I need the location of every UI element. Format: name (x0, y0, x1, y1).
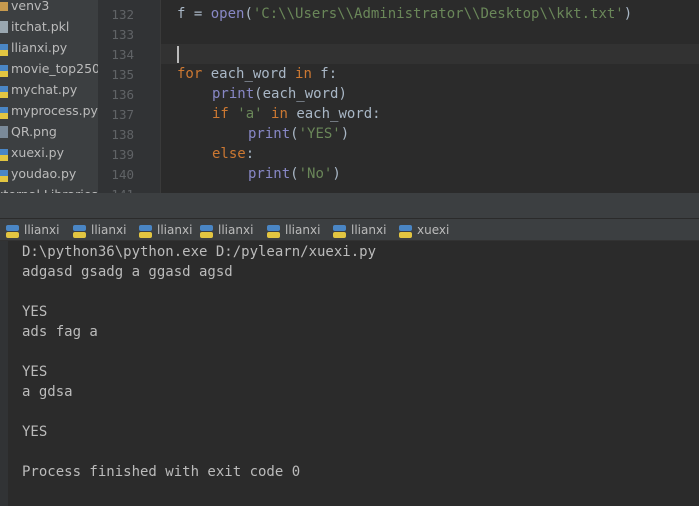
python-file-icon (0, 105, 8, 119)
tab-run-llianxi[interactable]: llianxi (67, 219, 133, 241)
run-tabs-bar: llianxi llianxi llianxi llianxi llianxi … (0, 218, 699, 241)
code-line-138: print('YES') (248, 126, 350, 142)
console-line: a gdsa (22, 384, 73, 400)
python-file-icon (0, 147, 8, 161)
console-line: YES (22, 424, 48, 440)
python-run-icon (333, 223, 346, 238)
project-tree: venv3 itchat.pkl llianxi.py movie_top250… (0, 0, 98, 205)
console-line: D:\python36\python.exe D:/pylearn/xuexi.… (22, 244, 377, 260)
python-run-icon (139, 223, 152, 238)
console-line: ads fag a (22, 324, 98, 340)
tab-run-llianxi[interactable]: llianxi (261, 219, 327, 241)
line-number: 132 (111, 7, 134, 22)
code-line-136: print(each_word) (212, 86, 347, 102)
console-line: YES (22, 304, 48, 320)
console-line: Process finished with exit code 0 (22, 464, 301, 480)
console-line: YES (22, 364, 48, 380)
tab-run-llianxi[interactable]: llianxi (327, 219, 393, 241)
line-number-gutter: 132 133 134 135 136 137 138 139 140 141 (98, 0, 172, 202)
image-file-icon (0, 126, 8, 138)
code-line-140: print('No') (248, 166, 341, 182)
line-number: 140 (111, 167, 134, 182)
console-line: adgasd gsadg a ggasd agsd (22, 264, 233, 280)
panel-splitter[interactable] (0, 193, 699, 218)
line-number: 138 (111, 127, 134, 142)
code-line-139: else: (212, 146, 255, 162)
console-gutter (0, 241, 8, 506)
tab-run-llianxi[interactable]: llianxi (194, 219, 260, 241)
code-line-137: if 'a' in each_word: (212, 106, 381, 122)
python-file-icon (0, 63, 8, 77)
line-number: 137 (111, 107, 134, 122)
python-run-icon (267, 223, 280, 238)
current-line-highlight (161, 44, 699, 64)
code-editor[interactable]: f = open('C:\\Users\\Administrator\\Desk… (161, 0, 699, 193)
tab-run-llianxi[interactable]: llianxi (133, 219, 199, 241)
code-line-132: f = open('C:\\Users\\Administrator\\Desk… (177, 6, 633, 22)
python-file-icon (0, 42, 8, 56)
python-run-icon (399, 223, 412, 238)
code-line-135: for each_word in f: (177, 66, 338, 82)
tab-run-llianxi[interactable]: llianxi (0, 219, 67, 241)
run-console[interactable]: D:\python36\python.exe D:/pylearn/xuexi.… (8, 241, 699, 506)
python-file-icon (0, 84, 8, 98)
text-caret (177, 46, 179, 63)
folder-icon (0, 2, 8, 11)
python-run-icon (200, 223, 213, 238)
line-number: 134 (111, 47, 134, 62)
python-file-icon (0, 168, 8, 182)
tab-run-xuexi[interactable]: xuexi (393, 219, 459, 241)
python-run-icon (6, 223, 19, 238)
file-icon (0, 21, 8, 33)
line-number: 136 (111, 87, 134, 102)
line-number: 133 (111, 27, 134, 42)
python-run-icon (73, 223, 86, 238)
line-number: 139 (111, 147, 134, 162)
line-number: 135 (111, 67, 134, 82)
